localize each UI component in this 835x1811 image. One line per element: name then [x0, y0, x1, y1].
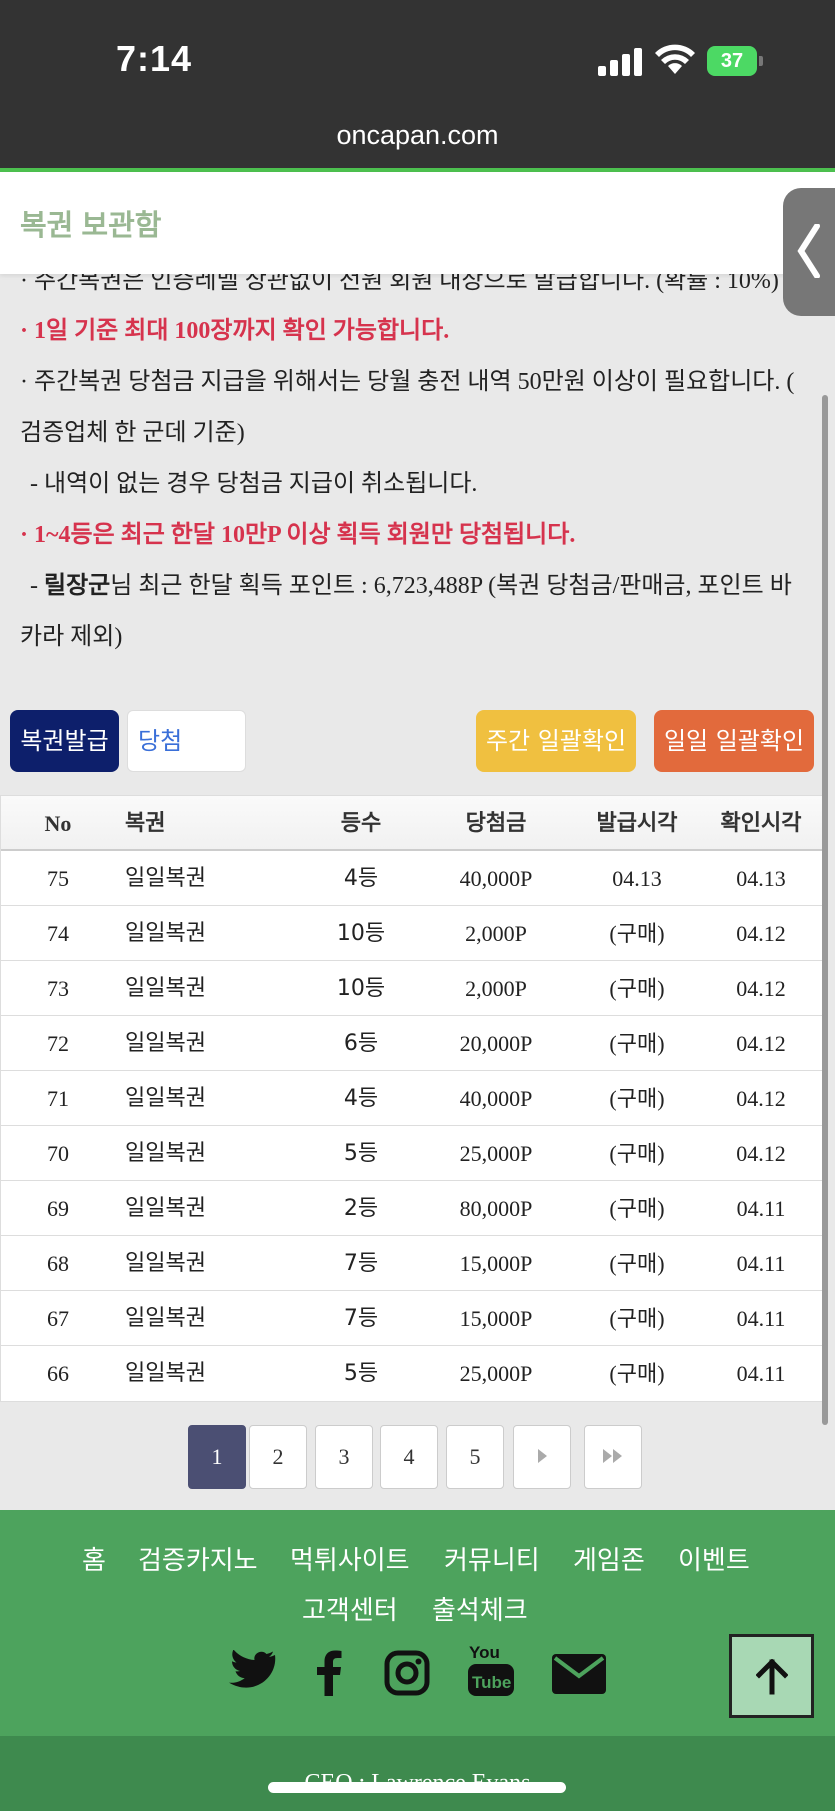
page-3-button[interactable]: 3 — [315, 1425, 373, 1489]
table-row[interactable]: 69 일일복권 2등 80,000P (구매) 04.11 — [1, 1181, 822, 1236]
table-row[interactable]: 74 일일복권 10등 2,000P (구매) 04.12 — [1, 906, 822, 961]
scrollbar[interactable] — [822, 395, 828, 1425]
footer-link-community[interactable]: 커뮤니티 — [444, 1540, 540, 1577]
svg-text:You: You — [469, 1643, 500, 1662]
page-header: 복권 보관함 — [0, 172, 835, 274]
page-2-button[interactable]: 2 — [249, 1425, 307, 1489]
cellular-signal-icon — [598, 46, 642, 76]
notice-weekly-requirement: · 주간복권 당첨금 지급을 위해서는 당월 충전 내역 50만원 이상이 필요… — [20, 369, 795, 395]
daily-check-all-button[interactable]: 일일 일괄확인 — [654, 710, 814, 772]
footer-link-game-zone[interactable]: 게임존 — [573, 1540, 645, 1577]
notice-weekly-requirement-cont: 검증업체 한 군데 기준) — [20, 420, 245, 446]
footer: 홈 검증카지노 먹튀사이트 커뮤니티 게임존 이벤트 고객센터 출석체크 You… — [0, 1510, 835, 1736]
table-row[interactable]: 75 일일복권 4등 40,000P 04.13 04.13 — [1, 851, 822, 906]
scroll-to-top-button[interactable] — [729, 1634, 814, 1718]
pagination: 1 2 3 4 5 — [0, 1425, 835, 1489]
table-row[interactable]: 72 일일복권 6등 20,000P (구매) 04.12 — [1, 1016, 822, 1071]
header-checked: 확인시각 — [720, 811, 802, 836]
svg-text:Tube: Tube — [472, 1673, 511, 1692]
header-name: 복권 — [125, 811, 166, 836]
battery-level: 37 — [707, 46, 757, 76]
footer-link-scam-sites[interactable]: 먹튀사이트 — [290, 1540, 410, 1577]
next-page-button[interactable] — [513, 1425, 571, 1489]
notice-user-points-cont: 카라 제외) — [20, 624, 123, 650]
table-row[interactable]: 73 일일복권 10등 2,000P (구매) 04.12 — [1, 961, 822, 1016]
username: 릴장군 — [44, 573, 111, 599]
wifi-icon — [655, 44, 695, 74]
notice-daily-limit: · 1일 기준 최대 100장까지 확인 가능합니다. — [20, 318, 450, 344]
home-indicator[interactable] — [268, 1782, 566, 1793]
header-rank: 등수 — [340, 811, 382, 836]
status-bar: 7:14 37 oncapan.com — [0, 0, 835, 170]
facebook-icon[interactable] — [316, 1650, 342, 1696]
table-header: No 복권 등수 당첨금 발급시각 확인시각 — [1, 796, 822, 851]
page-5-button[interactable]: 5 — [446, 1425, 504, 1489]
header-no: No — [44, 811, 72, 836]
footer-link-verified-casino[interactable]: 검증카지노 — [138, 1540, 258, 1577]
side-menu-toggle[interactable] — [783, 188, 835, 316]
table-row[interactable]: 68 일일복권 7등 15,000P (구매) 04.11 — [1, 1236, 822, 1291]
filter-select[interactable]: 당첨 — [127, 710, 246, 772]
footer-link-attendance[interactable]: 출석체크 — [432, 1590, 528, 1627]
mail-icon[interactable] — [552, 1654, 606, 1694]
double-play-right-icon — [603, 1449, 622, 1463]
youtube-icon[interactable]: You Tube — [468, 1642, 514, 1698]
footer-bottom: CEO : Lawrence Evans — [0, 1736, 835, 1811]
table-row[interactable]: 71 일일복권 4등 40,000P (구매) 04.12 — [1, 1071, 822, 1126]
lottery-table: No 복권 등수 당첨금 발급시각 확인시각 75 일일복권 4등 40,000P 04… — [0, 795, 823, 1402]
twitter-icon[interactable] — [228, 1650, 276, 1692]
table-row[interactable]: 66 일일복권 5등 25,000P (구매) 04.11 — [1, 1346, 822, 1401]
instagram-icon[interactable] — [384, 1650, 430, 1696]
weekly-check-all-button[interactable]: 주간 일괄확인 — [476, 710, 636, 772]
url-bar[interactable]: oncapan.com — [0, 120, 835, 151]
page-4-button[interactable]: 4 — [380, 1425, 438, 1489]
header-prize: 당첨금 — [465, 811, 527, 836]
footer-link-customer-center[interactable]: 고객센터 — [302, 1590, 398, 1627]
notice-user-points: - 릴장군님 최근 한달 획득 포인트 : 6,723,488P (복권 당첨금… — [30, 573, 792, 599]
issue-lottery-button[interactable]: 복권발급 — [10, 710, 119, 772]
notice-rank-requirement: · 1~4등은 최근 한달 10만P 이상 획득 회원만 당첨됩니다. — [20, 522, 576, 548]
page-title: 복권 보관함 — [20, 210, 162, 242]
battery-icon: 37 — [707, 46, 763, 76]
page-1-button[interactable]: 1 — [188, 1425, 246, 1489]
table-row[interactable]: 70 일일복권 5등 25,000P (구매) 04.12 — [1, 1126, 822, 1181]
table-row[interactable]: 67 일일복권 7등 15,000P (구매) 04.11 — [1, 1291, 822, 1346]
status-time: 7:14 — [116, 38, 193, 79]
notice-cancel: - 내역이 없는 경우 당첨금 지급이 취소됩니다. — [30, 471, 478, 497]
play-right-icon — [538, 1449, 547, 1463]
header-issued: 발급시각 — [596, 811, 678, 836]
footer-link-home[interactable]: 홈 — [82, 1540, 106, 1577]
footer-link-events[interactable]: 이벤트 — [678, 1540, 750, 1577]
chevron-left-icon — [797, 224, 820, 278]
last-page-button[interactable] — [584, 1425, 642, 1489]
arrow-up-icon — [756, 1659, 788, 1695]
